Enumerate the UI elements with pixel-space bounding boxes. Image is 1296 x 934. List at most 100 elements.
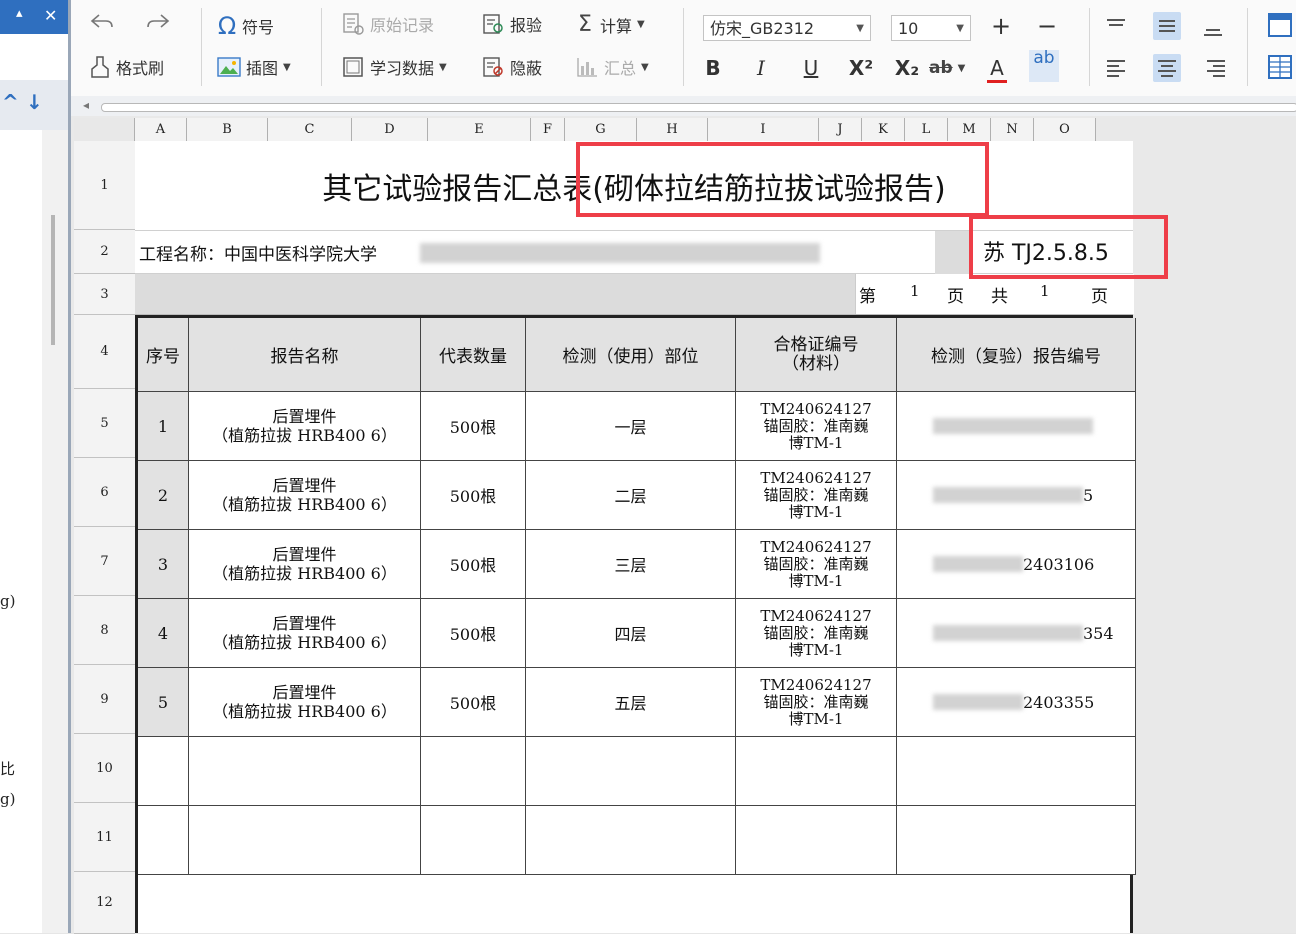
panel-scrollbar[interactable] — [42, 130, 68, 933]
table-cell-index[interactable]: 3 — [138, 530, 189, 599]
table-cell-certificate[interactable]: TM240624127 锚固胶：准南巍 博TM-1 — [736, 392, 897, 461]
insert-image-button[interactable]: 插图 ▼ — [217, 55, 291, 79]
row-header-1[interactable]: 1 — [74, 141, 135, 230]
horizontal-scrollbar[interactable]: ◂ — [71, 96, 1296, 116]
font-size-select[interactable]: 10 ▼ — [891, 15, 971, 41]
column-header-o[interactable]: O — [1034, 118, 1096, 141]
table-cell-index[interactable]: 4 — [138, 599, 189, 668]
table-cell-report-name[interactable]: 后置埋件 （植筋拉拔 HRB400 6） — [189, 530, 421, 599]
table-cell-location[interactable] — [526, 806, 736, 875]
wrap-text-button[interactable]: ab — [1029, 50, 1059, 82]
table-grid-icon[interactable] — [1267, 54, 1293, 80]
table-cell-quantity[interactable]: 500根 — [421, 392, 526, 461]
column-header-g[interactable]: G — [565, 118, 637, 141]
scroll-left-icon[interactable]: ◂ — [83, 98, 89, 112]
row-header-10[interactable]: 10 — [74, 734, 135, 803]
column-header-d[interactable]: D — [352, 118, 428, 141]
table-cell-certificate[interactable]: TM240624127 锚固胶：准南巍 博TM-1 — [736, 599, 897, 668]
table-cell-report-name[interactable]: 后置埋件 （植筋拉拔 HRB400 6） — [189, 461, 421, 530]
header-index[interactable]: 序号 — [138, 318, 189, 392]
table-cell-report-no[interactable]: 2403106 — [897, 530, 1136, 599]
subscript-button[interactable]: X₂ — [893, 56, 921, 80]
table-cell-report-name[interactable]: 后置埋件 （植筋拉拔 HRB400 6） — [189, 668, 421, 737]
row-header-6[interactable]: 6 — [74, 458, 135, 527]
table-cell-quantity[interactable]: 500根 — [421, 668, 526, 737]
hide-button[interactable]: 隐蔽 — [481, 55, 542, 79]
strikethrough-button[interactable]: ab ▼ — [929, 58, 965, 78]
row-header-12[interactable]: 12 — [74, 872, 135, 934]
column-header-h[interactable]: H — [637, 118, 708, 141]
row-header-4[interactable]: 4 — [74, 315, 135, 389]
spreadsheet[interactable]: ABCDEFGHIJKLMNO 其它试验报告汇总表 (砌体拉结筋拉拔试验报告) 工… — [71, 116, 1296, 934]
row-header-5[interactable]: 5 — [74, 389, 135, 458]
table-cell-quantity[interactable]: 500根 — [421, 599, 526, 668]
align-right-icon[interactable] — [1199, 54, 1227, 82]
row-header-3[interactable]: 3 — [74, 274, 135, 315]
table-cell-certificate[interactable]: TM240624127 锚固胶：准南巍 博TM-1 — [736, 530, 897, 599]
row-header-8[interactable]: 8 — [74, 596, 135, 665]
calculate-button[interactable]: Σ 计算 ▼ — [575, 12, 645, 37]
table-cell-index[interactable] — [138, 806, 189, 875]
table-cell-report-name[interactable] — [189, 806, 421, 875]
row-header-7[interactable]: 7 — [74, 527, 135, 596]
bold-button[interactable]: B — [699, 56, 727, 80]
redo-button[interactable] — [145, 12, 171, 32]
table-cell-location[interactable]: 三层 — [526, 530, 736, 599]
table-cell-report-name[interactable] — [189, 737, 421, 806]
table-cell-index[interactable] — [138, 737, 189, 806]
header-location[interactable]: 检测（使用）部位 — [526, 318, 736, 392]
table-cell-location[interactable]: 五层 — [526, 668, 736, 737]
down-arrow-icon[interactable]: ↓ — [26, 90, 43, 114]
column-header-a[interactable]: A — [135, 118, 187, 141]
table-cell-index[interactable]: 1 — [138, 392, 189, 461]
column-header-l[interactable]: L — [905, 118, 948, 141]
table-cell-report-no[interactable] — [897, 737, 1136, 806]
header-report-name[interactable]: 报告名称 — [189, 318, 421, 392]
pin-icon[interactable]: ▴ — [16, 6, 23, 21]
scroll-track[interactable] — [101, 103, 1296, 112]
align-middle-icon[interactable] — [1153, 12, 1181, 40]
table-cell-quantity[interactable]: 500根 — [421, 530, 526, 599]
table-cell-report-no[interactable]: 354 — [897, 599, 1136, 668]
table-cell-location[interactable]: 二层 — [526, 461, 736, 530]
column-header-j[interactable]: J — [819, 118, 862, 141]
undo-button[interactable] — [89, 12, 115, 32]
select-all-corner[interactable] — [74, 118, 135, 141]
font-color-button[interactable]: A — [987, 56, 1007, 83]
row-header-11[interactable]: 11 — [74, 803, 135, 872]
symbol-button[interactable]: Ω 符号 — [217, 12, 274, 40]
panel-scroll-thumb[interactable] — [51, 215, 55, 345]
table-cell-quantity[interactable]: 500根 — [421, 461, 526, 530]
decrease-font-size-button[interactable]: − — [1033, 12, 1061, 40]
table-cell-report-name[interactable]: 后置埋件 （植筋拉拔 HRB400 6） — [189, 599, 421, 668]
up-arrow-icon[interactable]: ^ — [2, 90, 19, 114]
table-cell-quantity[interactable] — [421, 737, 526, 806]
table-cell-certificate[interactable]: TM240624127 锚固胶：准南巍 博TM-1 — [736, 461, 897, 530]
header-certificate[interactable]: 合格证编号 （材料） — [736, 318, 897, 392]
align-left-icon[interactable] — [1107, 54, 1135, 82]
increase-font-size-button[interactable]: + — [987, 12, 1015, 40]
align-top-icon[interactable] — [1107, 8, 1135, 36]
align-center-icon[interactable] — [1153, 54, 1181, 82]
header-report-no[interactable]: 检测（复验）报告编号 — [897, 318, 1136, 392]
table-cell-location[interactable]: 四层 — [526, 599, 736, 668]
frame-icon[interactable] — [1267, 12, 1293, 38]
table-cell-report-name[interactable]: 后置埋件 （植筋拉拔 HRB400 6） — [189, 392, 421, 461]
table-cell-location[interactable] — [526, 737, 736, 806]
column-header-c[interactable]: C — [268, 118, 352, 141]
table-cell-index[interactable]: 2 — [138, 461, 189, 530]
column-header-m[interactable]: M — [948, 118, 991, 141]
report-table[interactable]: 序号 报告名称 代表数量 检测（使用）部位 合格证编号 （材料） 检测（复验）报告编号 1 后置… — [135, 315, 1136, 933]
align-bottom-icon[interactable] — [1199, 18, 1227, 46]
report-check-button[interactable]: 报验 — [481, 12, 542, 36]
table-cell-report-no[interactable] — [897, 392, 1136, 461]
table-cell-report-no[interactable]: 5 — [897, 461, 1136, 530]
row-header-9[interactable]: 9 — [74, 665, 135, 734]
underline-button[interactable]: U — [797, 56, 825, 80]
summary-button[interactable]: 汇总 ▼ — [575, 55, 649, 79]
table-cell-report-no[interactable] — [897, 806, 1136, 875]
column-header-k[interactable]: K — [862, 118, 905, 141]
table-cell-certificate[interactable]: TM240624127 锚固胶：准南巍 博TM-1 — [736, 668, 897, 737]
table-cell-location[interactable]: 一层 — [526, 392, 736, 461]
table-cell-quantity[interactable] — [421, 806, 526, 875]
